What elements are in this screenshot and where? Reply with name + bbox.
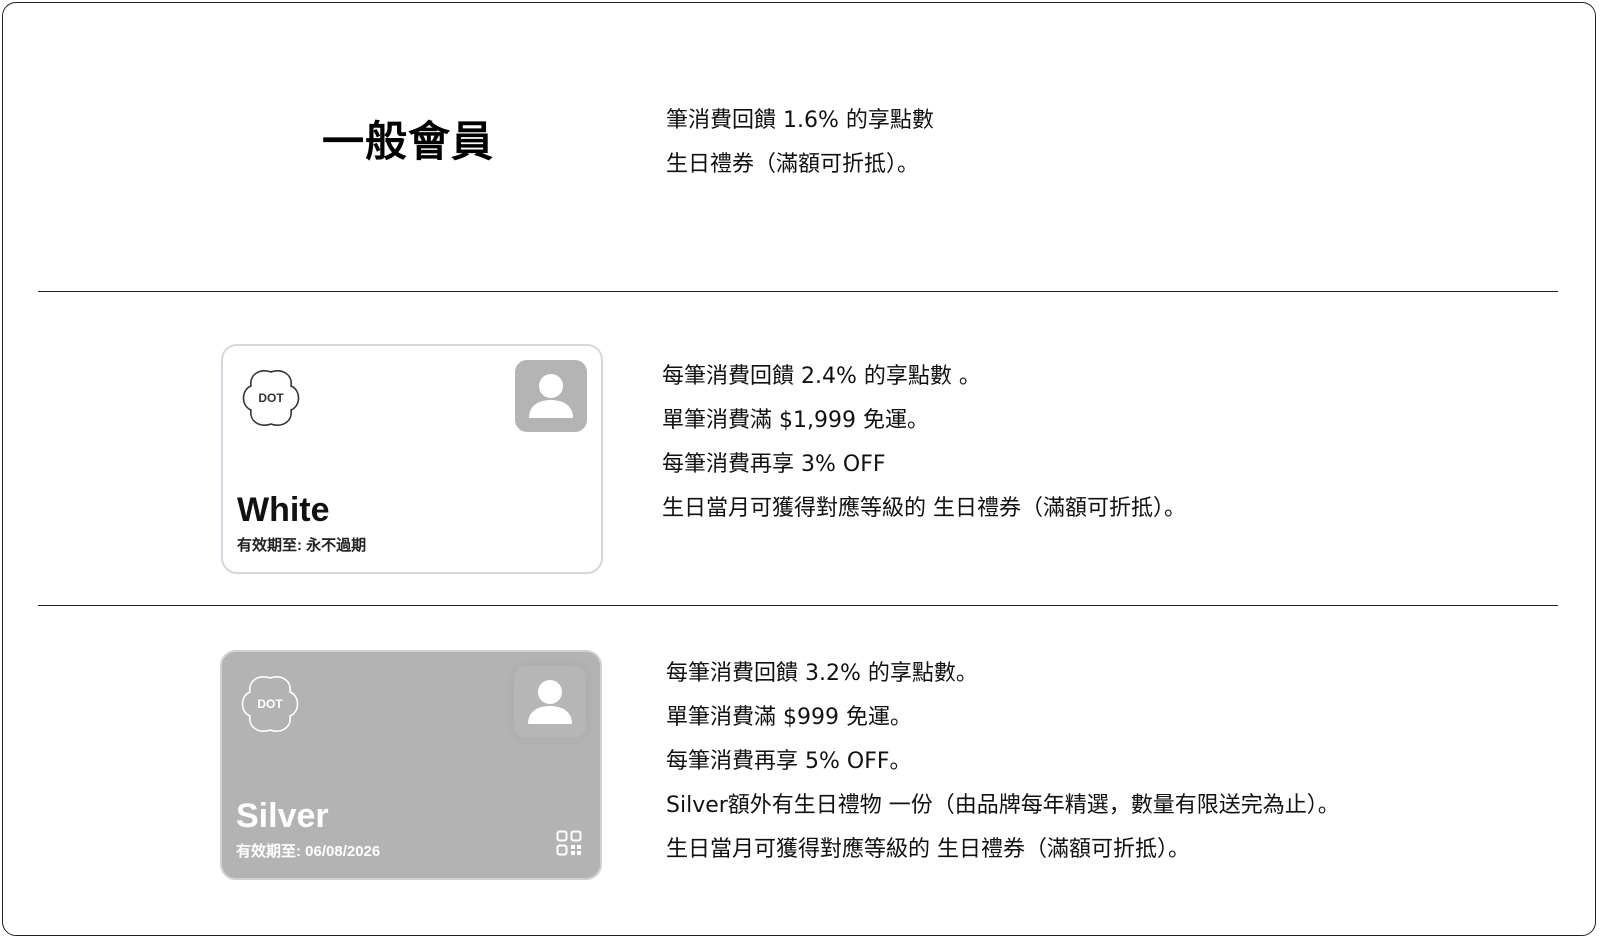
benefit-item: 筆消費回饋 1.6% 的享點數: [666, 108, 934, 133]
qr-code-icon[interactable]: [556, 830, 582, 856]
benefit-item: 每筆消費再享 5% OFF。: [666, 749, 912, 774]
dot-logo-text: DOT: [258, 391, 284, 405]
dot-logo-text: DOT: [257, 697, 283, 711]
tier-silver-benefits: 每筆消費回饋 3.2% 的享點數。 單筆消費滿 $999 免運。 每筆消費再享 …: [666, 652, 1340, 872]
silver-member-card: DOT Silver 有效期至: 06/08/2026: [220, 650, 602, 880]
section-divider: [38, 605, 1558, 606]
dot-logo-icon: DOT: [242, 370, 300, 426]
card-tier-name: White: [237, 491, 330, 529]
benefit-item: 生日禮券（滿額可折抵）。: [666, 152, 920, 177]
user-icon: [528, 680, 572, 724]
user-icon: [529, 374, 573, 418]
benefit-item: Silver額外有生日禮物 一份（由品牌每年精選，數量有限送完為止）。: [666, 793, 1340, 818]
avatar: [514, 666, 586, 738]
tier-general-benefits: 筆消費回饋 1.6% 的享點數 生日禮券（滿額可折抵）。: [666, 99, 934, 187]
white-member-card: DOT White 有效期至: 永不過期: [221, 344, 603, 574]
dot-logo-icon: DOT: [241, 676, 299, 732]
card-tier-name: Silver: [236, 797, 329, 835]
card-expiry: 有效期至: 06/08/2026: [236, 843, 381, 860]
section-divider: [38, 291, 1558, 292]
benefit-item: 單筆消費滿 $999 免運。: [666, 705, 912, 730]
benefit-item: 每筆消費再享 3% OFF: [662, 452, 886, 477]
benefit-item: 生日當月可獲得對應等級的 生日禮券（滿額可折抵）。: [662, 496, 1186, 521]
card-expiry: 有效期至: 永不過期: [237, 537, 367, 554]
benefit-item: 生日當月可獲得對應等級的 生日禮券（滿額可折抵）。: [666, 837, 1190, 862]
benefit-item: 每筆消費回饋 2.4% 的享點數 。: [662, 364, 981, 389]
benefit-item: 每筆消費回饋 3.2% 的享點數。: [666, 661, 978, 686]
tier-white-benefits: 每筆消費回饋 2.4% 的享點數 。 單筆消費滿 $1,999 免運。 每筆消費…: [662, 355, 1186, 531]
benefit-item: 單筆消費滿 $1,999 免運。: [662, 408, 929, 433]
avatar: [515, 360, 587, 432]
tier-general-title: 一般會員: [322, 117, 495, 166]
